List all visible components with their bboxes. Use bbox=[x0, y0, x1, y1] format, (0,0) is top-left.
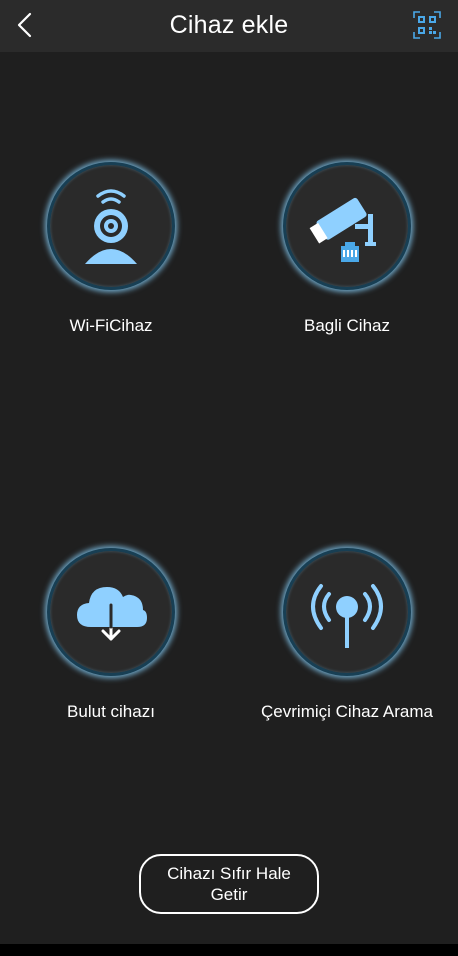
tile-wifi-device[interactable]: Wi-FiCihaz bbox=[6, 162, 216, 362]
tile-icon-circle bbox=[47, 548, 175, 676]
tile-icon-circle bbox=[47, 162, 175, 290]
wifi-camera-icon bbox=[85, 189, 137, 264]
tile-label: Çevrimiçi Cihaz Arama bbox=[261, 702, 433, 721]
tile-label: Bulut cihazı bbox=[67, 702, 155, 721]
reset-device-label: Cihazı Sıfır Hale Getir bbox=[167, 864, 291, 904]
tile-label: Bagli Cihaz bbox=[304, 316, 390, 335]
tile-wired-device[interactable]: Bagli Cihaz bbox=[242, 162, 452, 362]
cloud-download-icon bbox=[77, 587, 147, 641]
add-device-screen: Cihaz ekle Wi-FiCihaz Bagli Cihaz Bulut … bbox=[0, 0, 458, 956]
system-nav-bar bbox=[0, 944, 458, 956]
reset-device-button[interactable]: Cihazı Sıfır Hale Getir bbox=[139, 854, 319, 914]
qr-scan-icon bbox=[413, 11, 441, 39]
qr-scan-button[interactable] bbox=[412, 10, 442, 40]
tile-label: Wi-FiCihaz bbox=[69, 316, 153, 335]
tile-icon-circle bbox=[283, 548, 411, 676]
page-title: Cihaz ekle bbox=[169, 11, 289, 39]
header-bar: Cihaz ekle bbox=[0, 0, 458, 52]
tile-online-search[interactable]: Çevrimiçi Cihaz Arama bbox=[242, 548, 452, 748]
tile-cloud-device[interactable]: Bulut cihazı bbox=[6, 548, 216, 748]
tile-icon-circle bbox=[283, 162, 411, 290]
broadcast-icon bbox=[311, 584, 383, 648]
wired-camera-icon bbox=[309, 197, 376, 262]
